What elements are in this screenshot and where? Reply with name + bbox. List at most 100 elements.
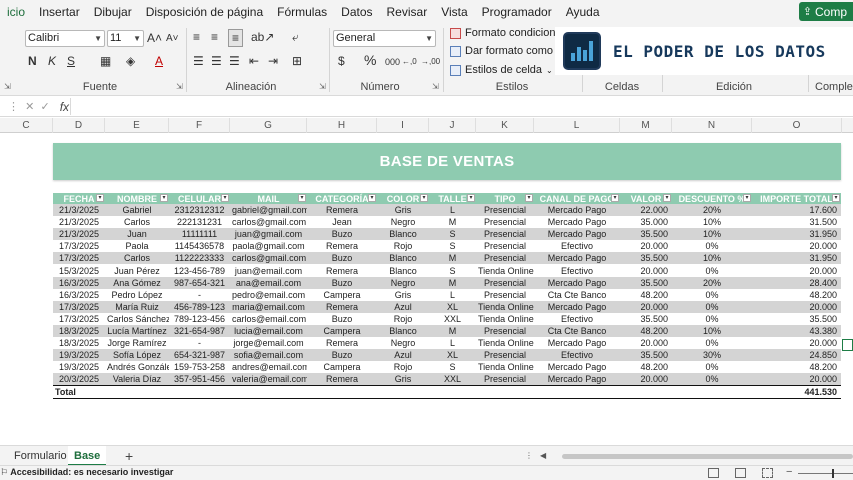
- cell-talle[interactable]: S: [429, 240, 476, 253]
- cell-color[interactable]: Blanco: [377, 228, 429, 241]
- cell-fecha[interactable]: 17/3/2025: [53, 252, 105, 265]
- cell-importe[interactable]: 48.200: [752, 288, 841, 301]
- cell-nombre[interactable]: Carlos Sánchez: [105, 312, 169, 325]
- cell-fecha[interactable]: 20/3/2025: [53, 373, 105, 386]
- cell-celular[interactable]: 11111111: [169, 228, 230, 241]
- cell-categoria[interactable]: Remera: [307, 240, 377, 253]
- cell-importe[interactable]: 28.400: [752, 276, 841, 289]
- cell-color[interactable]: Azul: [377, 300, 429, 313]
- menu-vista[interactable]: Vista: [434, 0, 474, 24]
- cell-descuento[interactable]: 0%: [672, 300, 752, 313]
- cell-talle[interactable]: M: [429, 324, 476, 338]
- menu-revisar[interactable]: Revisar: [380, 0, 435, 24]
- cell-fecha[interactable]: 16/3/2025: [53, 276, 105, 289]
- cell-canal[interactable]: Cta Cte Banco: [534, 288, 620, 301]
- currency-button[interactable]: $: [338, 53, 345, 69]
- cell-color[interactable]: Gris: [377, 373, 429, 386]
- font-name-select[interactable]: Calibri ▼: [25, 30, 105, 47]
- cell-canal[interactable]: Mercado Pago: [534, 228, 620, 241]
- cell-tipo[interactable]: Tienda Online: [476, 337, 534, 350]
- cell-celular[interactable]: 357-951-456: [169, 373, 230, 386]
- page-break-view-icon[interactable]: [762, 468, 773, 478]
- cell-tipo[interactable]: Presencial: [476, 349, 534, 362]
- cell-color[interactable]: Rojo: [377, 361, 429, 374]
- cell-fecha[interactable]: 19/3/2025: [53, 361, 105, 374]
- cell-categoria[interactable]: Remera: [307, 300, 377, 313]
- filter-dropdown-icon[interactable]: ▾: [96, 194, 104, 202]
- cell-descuento[interactable]: 20%: [672, 204, 752, 217]
- cell-importe[interactable]: 31.950: [752, 252, 841, 265]
- cell-descuento[interactable]: 30%: [672, 349, 752, 362]
- cell-tipo[interactable]: Presencial: [476, 288, 534, 301]
- filter-dropdown-icon[interactable]: ▾: [832, 194, 840, 202]
- cell-categoria[interactable]: Remera: [307, 204, 377, 217]
- total-empty-cell[interactable]: [105, 385, 169, 400]
- font-size-select[interactable]: 11 ▼: [107, 30, 144, 47]
- horizontal-scrollbar[interactable]: ⋮ ◀: [525, 451, 853, 460]
- cell-descuento[interactable]: 0%: [672, 288, 752, 301]
- cell-talle[interactable]: XL: [429, 300, 476, 313]
- cell-tipo[interactable]: Presencial: [476, 276, 534, 289]
- filter-dropdown-icon[interactable]: ▾: [525, 194, 533, 202]
- cell-talle[interactable]: S: [429, 361, 476, 374]
- cell-color[interactable]: Negro: [377, 276, 429, 289]
- cell-color[interactable]: Negro: [377, 337, 429, 350]
- cell-importe[interactable]: 17.600: [752, 204, 841, 217]
- wrap-text-icon[interactable]: ⤶: [292, 29, 299, 45]
- total-value[interactable]: 441.530: [752, 385, 841, 400]
- cancel-icon[interactable]: ✕: [25, 101, 34, 113]
- column-header-j[interactable]: J: [429, 118, 476, 133]
- cell-celular[interactable]: 1122223333: [169, 252, 230, 265]
- align-middle-icon[interactable]: ≡: [211, 29, 218, 45]
- cell-importe[interactable]: 20.000: [752, 240, 841, 253]
- cell-nombre[interactable]: Andrés González: [105, 361, 169, 374]
- cell-talle[interactable]: L: [429, 204, 476, 217]
- cell-descuento[interactable]: 0%: [672, 264, 752, 277]
- cell-mail[interactable]: juan@gmail.com: [230, 228, 307, 241]
- cell-talle[interactable]: L: [429, 337, 476, 350]
- column-header-d[interactable]: D: [53, 118, 105, 133]
- cell-canal[interactable]: Efectivo: [534, 264, 620, 277]
- zoom-out-icon[interactable]: −: [786, 466, 792, 478]
- cell-talle[interactable]: S: [429, 228, 476, 241]
- cell-descuento[interactable]: 10%: [672, 216, 752, 229]
- decrease-decimal-button[interactable]: →,00: [421, 54, 440, 70]
- cell-color[interactable]: Blanco: [377, 264, 429, 277]
- cell-celular[interactable]: 222131231: [169, 216, 230, 229]
- cell-color[interactable]: Rojo: [377, 312, 429, 325]
- cell-color[interactable]: Gris: [377, 288, 429, 301]
- cell-fecha[interactable]: 21/3/2025: [53, 228, 105, 241]
- column-header-f[interactable]: F: [169, 118, 230, 133]
- cell-descuento[interactable]: 0%: [672, 312, 752, 325]
- cell-descuento[interactable]: 0%: [672, 337, 752, 350]
- cell-importe[interactable]: 43.380: [752, 324, 841, 338]
- normal-view-icon[interactable]: [708, 468, 719, 478]
- cell-categoria[interactable]: Remera: [307, 373, 377, 386]
- cell-valor[interactable]: 48.200: [620, 288, 672, 301]
- cell-fecha[interactable]: 19/3/2025: [53, 349, 105, 362]
- cell-valor[interactable]: 35.500: [620, 349, 672, 362]
- cell-categoria[interactable]: Remera: [307, 264, 377, 277]
- total-empty-cell[interactable]: [169, 385, 230, 400]
- cell-fecha[interactable]: 21/3/2025: [53, 204, 105, 217]
- shrink-font-button[interactable]: A˅: [166, 31, 179, 47]
- filter-dropdown-icon[interactable]: ▾: [160, 194, 168, 202]
- cell-mail[interactable]: ana@email.com: [230, 276, 307, 289]
- align-top-icon[interactable]: ≡: [193, 29, 200, 45]
- cell-canal[interactable]: Efectivo: [534, 312, 620, 325]
- cell-celular[interactable]: 654-321-987: [169, 349, 230, 362]
- column-header-l[interactable]: L: [534, 118, 620, 133]
- column-header-o[interactable]: O: [752, 118, 842, 133]
- menu-programador[interactable]: Programador: [475, 0, 559, 24]
- column-header-c[interactable]: C: [0, 118, 53, 133]
- cell-mail[interactable]: juan@email.com: [230, 264, 307, 277]
- total-empty-cell[interactable]: [307, 385, 377, 400]
- cell-valor[interactable]: 20.000: [620, 300, 672, 313]
- cell-categoria[interactable]: Jean: [307, 216, 377, 229]
- cell-celular[interactable]: 123-456-789: [169, 264, 230, 277]
- cell-canal[interactable]: Mercado Pago: [534, 337, 620, 350]
- cell-fecha[interactable]: 17/3/2025: [53, 300, 105, 313]
- total-empty-cell[interactable]: [476, 385, 534, 400]
- cell-nombre[interactable]: Paola: [105, 240, 169, 253]
- align-center-icon[interactable]: ☰: [211, 53, 222, 69]
